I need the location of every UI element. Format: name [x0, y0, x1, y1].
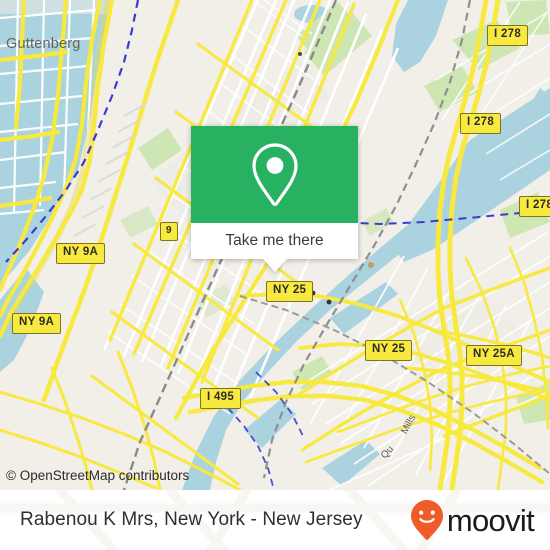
moovit-smiley-pin-icon — [410, 500, 443, 540]
highway-shield-i495[interactable]: I 495 — [200, 388, 242, 409]
osm-attribution[interactable]: © OpenStreetMap contributors — [6, 468, 189, 483]
map-screenshot: Guttenberg Qu Mills I 278 I 278 I 278 NY… — [0, 0, 550, 550]
popup-pin-panel — [191, 126, 358, 223]
highway-shield-ny9a-lower[interactable]: NY 9A — [12, 313, 62, 334]
highway-shield-i278-mid[interactable]: I 278 — [460, 113, 502, 134]
popup-tail — [262, 259, 287, 272]
page-title: Rabenou K Mrs, New York - New Jersey — [20, 509, 363, 530]
highway-shield-ny25a[interactable]: NY 25A — [466, 345, 522, 366]
highway-shield-ny9a-upper[interactable]: NY 9A — [56, 243, 106, 264]
footer-bar: Rabenou K Mrs, New York - New Jersey moo… — [0, 490, 550, 550]
moovit-wordmark: moovit — [446, 502, 535, 538]
highway-shield-ny25-east[interactable]: NY 25 — [365, 340, 413, 361]
moovit-logo[interactable]: moovit — [410, 490, 535, 550]
highway-shield-i278-right[interactable]: I 278 — [519, 196, 550, 217]
location-popup-card[interactable]: Take me there — [191, 126, 358, 272]
take-me-there-button[interactable]: Take me there — [191, 223, 358, 259]
highway-shield-i278-top[interactable]: I 278 — [487, 25, 529, 46]
take-me-there-label: Take me there — [225, 232, 324, 249]
highway-shield-9[interactable]: 9 — [160, 222, 178, 241]
map-canvas[interactable]: Guttenberg Qu Mills I 278 I 278 I 278 NY… — [0, 0, 550, 490]
map-pin-icon — [251, 142, 298, 206]
highway-shield-ny25-west[interactable]: NY 25 — [266, 281, 314, 302]
place-label-guttenberg: Guttenberg — [6, 36, 81, 52]
